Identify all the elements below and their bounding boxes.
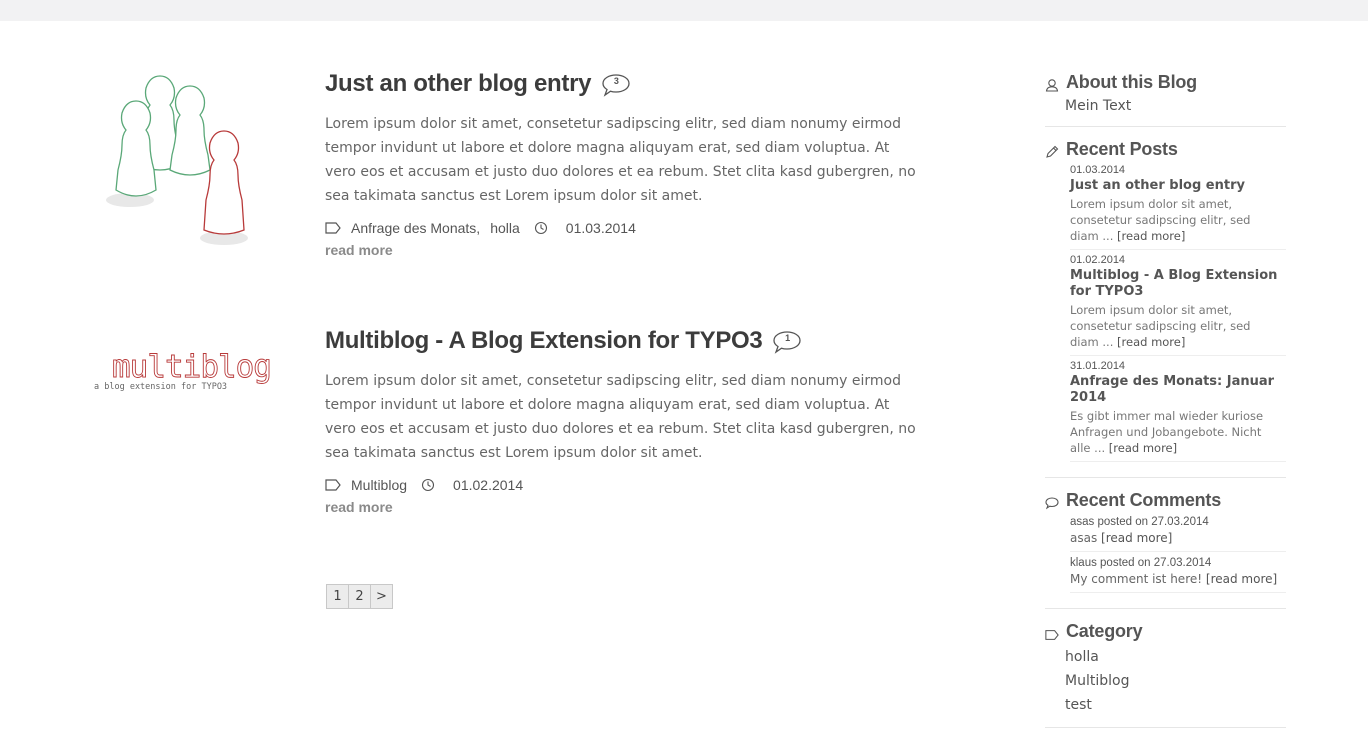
- comment-body: My comment ist here! [read more]: [1070, 572, 1286, 586]
- pagination: 1 2 >: [326, 584, 393, 609]
- about-text: Mein Text: [1065, 98, 1132, 114]
- tag-link[interactable]: holla: [490, 220, 520, 236]
- comment-count-icon[interactable]: 1: [772, 330, 802, 354]
- tag-link[interactable]: Multiblog: [351, 477, 407, 493]
- category-item[interactable]: holla: [1065, 645, 1286, 669]
- sidebar: About this Blog Mein Text Recent Posts 0…: [1045, 72, 1286, 728]
- next-page-button[interactable]: >: [370, 584, 393, 609]
- recent-post-title[interactable]: Multiblog - A Blog Extension for TYPO3: [1070, 268, 1286, 300]
- user-icon: [1045, 76, 1059, 92]
- category-list: holla Multiblog test: [1045, 645, 1286, 717]
- clock-icon: [421, 478, 439, 492]
- comment-header: klaus posted on 27.03.2014: [1070, 557, 1212, 569]
- recent-post-item: 01.02.2014 Multiblog - A Blog Extension …: [1070, 250, 1286, 356]
- recent-post-title[interactable]: Anfrage des Monats: Januar 2014: [1070, 374, 1286, 406]
- divider: [1045, 727, 1286, 728]
- recent-comment-item: asas posted on 27.03.2014 asas [read mor…: [1070, 511, 1286, 552]
- recent-post-date: 01.02.2014: [1070, 254, 1126, 266]
- multiblog-logo-subtext: a blog extension for TYPO3: [94, 382, 227, 392]
- comment-count-icon[interactable]: 3: [601, 73, 631, 97]
- divider: [1045, 608, 1286, 609]
- recent-post-item: 01.03.2014 Just an other blog entry Lore…: [1070, 160, 1286, 250]
- category-item[interactable]: Multiblog: [1065, 669, 1286, 693]
- comment-count: 3: [613, 76, 619, 86]
- top-bar: [0, 0, 1368, 21]
- recent-posts-heading: Recent Posts: [1045, 139, 1286, 160]
- recent-comments-title: Recent Comments: [1066, 490, 1222, 510]
- read-more-link[interactable]: [read more]: [1109, 441, 1177, 455]
- tag-icon: [325, 221, 343, 235]
- about-heading: About this Blog: [1045, 72, 1286, 93]
- category-heading: Category: [1045, 621, 1286, 642]
- read-more-link[interactable]: [read more]: [1117, 335, 1185, 349]
- post-meta: Anfrage des Monats, holla 01.03.2014: [325, 220, 925, 236]
- about-title: About this Blog: [1066, 72, 1197, 92]
- recent-post-title[interactable]: Just an other blog entry: [1070, 178, 1286, 194]
- divider: [1045, 477, 1286, 478]
- page-1-button[interactable]: 1: [326, 584, 349, 609]
- comment-text: My comment ist here!: [1070, 572, 1203, 586]
- comment-body: asas [read more]: [1070, 531, 1286, 545]
- recent-post-item: 31.01.2014 Anfrage des Monats: Januar 20…: [1070, 356, 1286, 462]
- clock-icon: [534, 221, 552, 235]
- post-date: 01.03.2014: [565, 220, 636, 236]
- read-more-link[interactable]: [read more]: [1101, 531, 1172, 545]
- tag-link[interactable]: Anfrage des Monats: [351, 220, 476, 236]
- post-teaser: Lorem ipsum dolor sit amet, consetetur s…: [325, 116, 916, 204]
- post-meta: Multiblog 01.02.2014: [325, 477, 925, 493]
- recent-posts-title: Recent Posts: [1066, 139, 1178, 159]
- post-title: Just an other blog entry 3: [325, 70, 925, 98]
- page-2-button[interactable]: 2: [348, 584, 371, 609]
- post-title: Multiblog - A Blog Extension for TYPO3 1: [325, 327, 925, 355]
- category-item[interactable]: test: [1065, 693, 1286, 717]
- recent-post-date: 31.01.2014: [1070, 360, 1126, 372]
- post-title-link[interactable]: Just an other blog entry: [325, 70, 591, 98]
- pencil-icon: [1045, 143, 1059, 158]
- recent-post-excerpt: Lorem ipsum dolor sit amet, consetetur s…: [1070, 196, 1270, 244]
- tag-icon: [1045, 625, 1059, 640]
- post-title-link[interactable]: Multiblog - A Blog Extension for TYPO3: [325, 327, 763, 355]
- post-thumbnail-figures[interactable]: [94, 70, 274, 259]
- recent-comment-item: klaus posted on 27.03.2014 My comment is…: [1070, 552, 1286, 593]
- read-more-link[interactable]: [read more]: [1206, 572, 1277, 586]
- multiblog-logo-text: multiblog: [112, 349, 271, 385]
- speech-bubble-icon: [1045, 494, 1059, 509]
- divider: [1045, 126, 1286, 127]
- recent-post-excerpt: Es gibt immer mal wieder kuriose Anfrage…: [1070, 408, 1270, 456]
- tag-icon: [325, 478, 343, 492]
- comment-text: asas: [1070, 531, 1098, 545]
- recent-post-date: 01.03.2014: [1070, 164, 1126, 176]
- recent-comments-heading: Recent Comments: [1045, 490, 1286, 511]
- post-thumbnail-logo[interactable]: multiblog a blog extension for TYPO3: [94, 345, 274, 399]
- read-more-link[interactable]: [read more]: [1117, 229, 1185, 243]
- recent-post-excerpt: Lorem ipsum dolor sit amet, consetetur s…: [1070, 302, 1270, 350]
- post-teaser: Lorem ipsum dolor sit amet, consetetur s…: [325, 373, 916, 461]
- category-title: Category: [1066, 621, 1143, 641]
- tag-separator: ,: [476, 220, 481, 236]
- read-more-link[interactable]: read more: [325, 499, 925, 515]
- post-date: 01.02.2014: [453, 477, 524, 493]
- comment-count: 1: [785, 333, 790, 343]
- comment-header: asas posted on 27.03.2014: [1070, 516, 1209, 528]
- read-more-link[interactable]: read more: [325, 242, 925, 258]
